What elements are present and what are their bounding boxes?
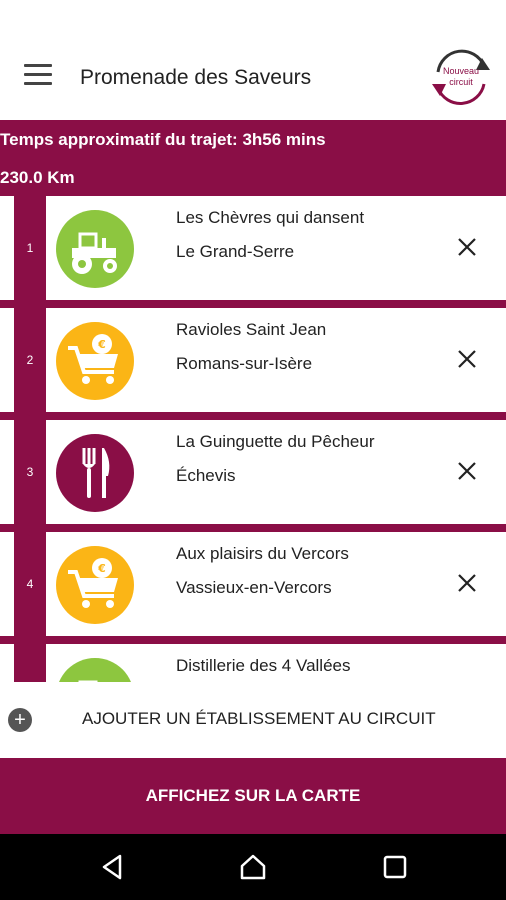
recents-icon[interactable] [380,852,410,882]
shopping-cart-euro-icon: € [56,546,134,624]
stop-name: Ravioles Saint Jean [176,320,327,339]
trip-summary: Temps approximatif du trajet: 3h56 mins … [0,120,506,196]
fork-knife-icon [56,434,134,512]
stop-number: 4 [14,532,46,636]
page-title: Promenade des Saveurs [80,66,312,89]
list-item[interactable]: 1 Les Chèvres qui dansent Le Grand-Serre [0,196,506,300]
close-icon[interactable] [456,572,478,594]
home-icon[interactable] [238,852,268,882]
show-on-map-label: AFFICHEZ SUR LA CARTE [145,786,361,805]
shopping-cart-euro-icon: € [56,322,134,400]
add-establishment-button[interactable]: + AJOUTER UN ÉTABLISSEMENT AU CIRCUIT [0,682,506,758]
stop-town: Échevis [176,466,236,485]
android-nav-bar [0,834,506,900]
close-icon[interactable] [456,348,478,370]
list-item[interactable]: 2 € Ravioles Saint Jean Romans-sur-Isère [0,308,506,412]
list-item[interactable]: Distillerie des 4 Vallées [0,644,506,682]
stop-number [14,644,46,682]
stops-list[interactable]: 1 Les Chèvres qui dansent Le Grand-Serre… [0,196,506,682]
stop-name: Les Chèvres qui dansent [176,208,365,227]
tractor-icon [56,210,134,288]
trip-time: Temps approximatif du trajet: 3h56 mins [0,130,326,149]
add-establishment-label: AJOUTER UN ÉTABLISSEMENT AU CIRCUIT [82,709,436,728]
tractor-icon [56,658,134,682]
stop-town: Vassieux-en-Vercors [176,578,332,597]
stop-number: 3 [14,420,46,524]
stop-number: 1 [14,196,46,300]
add-circle-icon: + [8,708,32,732]
show-on-map-button[interactable]: AFFICHEZ SUR LA CARTE [0,758,506,834]
back-icon[interactable] [98,852,128,882]
new-circuit-label: Nouveau circuit [442,66,480,87]
list-item[interactable]: 3 La Guinguette du Pêcheur Échevis [0,420,506,524]
stop-name: Distillerie des 4 Vallées [176,656,351,675]
app-bar: Promenade des Saveurs Nouveau circuit [0,0,506,120]
close-icon[interactable] [456,460,478,482]
hamburger-menu-icon[interactable] [24,64,52,86]
stop-town: Le Grand-Serre [176,242,295,261]
close-icon[interactable] [456,236,478,258]
svg-text:€: € [97,562,106,575]
stop-town: Romans-sur-Isère [176,354,313,373]
stop-name: La Guinguette du Pêcheur [176,432,375,451]
stop-name: Aux plaisirs du Vercors [176,544,349,563]
new-circuit-button[interactable]: Nouveau circuit [426,42,496,112]
svg-text:€: € [97,338,106,351]
stop-number: 2 [14,308,46,412]
list-item[interactable]: 4 € Aux plaisirs du Vercors Vassieux-en-… [0,532,506,636]
trip-distance: 230.0 Km [0,168,75,187]
